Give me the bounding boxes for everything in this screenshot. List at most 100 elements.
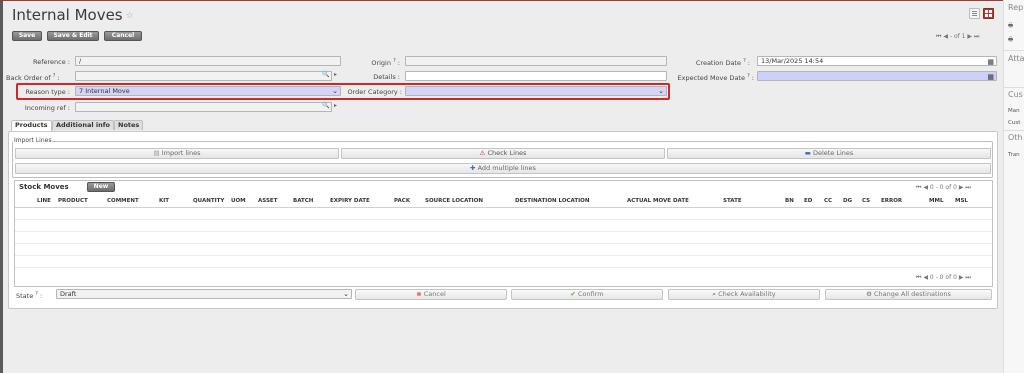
import-lines-legend: Import Lines — [13, 137, 53, 144]
col-cc[interactable]: CC — [824, 198, 832, 204]
col-kit[interactable]: KIT — [159, 198, 169, 204]
first-page-icon[interactable]: ⏮ — [936, 33, 941, 40]
import-lines-button[interactable]: ▤ Import lines — [15, 148, 339, 159]
table-row — [15, 231, 992, 232]
col-cs[interactable]: CS — [862, 198, 870, 204]
first-page-icon[interactable]: ⏮ — [916, 274, 921, 281]
sidebar-reports-header: Rep — [1008, 3, 1024, 12]
sidebar-customize-item[interactable]: Man — [1008, 108, 1020, 114]
confirm-button[interactable]: ✔ Confirm — [511, 289, 663, 300]
prev-page-icon[interactable]: ◀ — [943, 33, 948, 40]
cogs-icon: ⚙ — [866, 290, 872, 298]
col-mml[interactable]: MML — [929, 198, 943, 204]
last-page-icon[interactable]: ⏭ — [974, 33, 979, 40]
list-view-icon[interactable] — [969, 8, 980, 19]
tab-products[interactable]: Products — [11, 120, 52, 131]
tab-additional-info[interactable]: Additional info — [52, 120, 115, 130]
tab-notes[interactable]: Notes — [114, 120, 144, 130]
col-line[interactable]: LINE — [37, 198, 51, 204]
check-icon: ✔ — [570, 290, 576, 298]
form-view-icon[interactable] — [983, 8, 994, 19]
delete-lines-button[interactable]: ▬ Delete Lines — [667, 148, 991, 159]
search-icon[interactable]: 🔍 — [322, 71, 329, 78]
prev-page-icon[interactable]: ◀ — [923, 184, 928, 191]
cancel-move-button[interactable]: ⊗ Cancel — [355, 289, 507, 300]
table-row — [15, 243, 992, 244]
expected-move-date-field[interactable]: ▦ — [757, 71, 997, 81]
check-availability-button[interactable]: ⌕ Check Availability — [668, 289, 820, 300]
col-msl[interactable]: MSL — [955, 198, 968, 204]
col-destination-location[interactable]: DESTINATION LOCATION — [515, 198, 589, 204]
stock-moves-title: Stock Moves — [19, 183, 69, 191]
last-page-icon[interactable]: ⏭ — [965, 274, 970, 281]
reference-label: Reference : — [33, 58, 70, 66]
incoming-ref-field[interactable] — [75, 102, 332, 112]
col-state[interactable]: STATE — [723, 198, 742, 204]
back-order-field[interactable] — [75, 71, 332, 81]
open-link-icon[interactable]: ▸ — [334, 102, 337, 109]
state-select[interactable]: Draft ⌄ — [56, 289, 352, 299]
calendar-icon[interactable]: ▦ — [987, 58, 994, 66]
incoming-ref-label: Incoming ref : — [24, 104, 70, 112]
cancel-button[interactable]: Cancel — [104, 31, 142, 41]
details-label: Details : — [373, 73, 400, 81]
origin-label: Origin ? : — [371, 58, 400, 68]
state-label: State ? : — [16, 291, 43, 301]
table-row — [15, 267, 992, 268]
sidebar-customize-header: Cus — [1008, 90, 1023, 99]
pager-text: - of 1 — [949, 33, 966, 40]
table-row — [15, 219, 992, 220]
chevron-down-icon: ⌄ — [343, 290, 349, 298]
save-button[interactable]: Save — [12, 31, 42, 41]
col-product[interactable]: PRODUCT — [58, 198, 88, 204]
sidebar-attachments-header: Atta — [1008, 54, 1024, 63]
origin-field[interactable] — [405, 56, 667, 66]
magnifier-icon: ⌕ — [712, 290, 717, 298]
creation-date-field[interactable]: 13/Mar/2025 14:54 ▦ — [757, 56, 997, 66]
add-multiple-lines-button[interactable]: ✚ Add multiple lines — [15, 163, 991, 174]
col-error[interactable]: ERROR — [881, 198, 902, 204]
col-ed[interactable]: ED — [804, 198, 812, 204]
change-destinations-button[interactable]: ⚙ Change All destinations — [825, 289, 992, 300]
highlight-box — [16, 83, 670, 100]
col-batch[interactable]: BATCH — [293, 198, 313, 204]
sidebar-customize-item[interactable]: Cust — [1008, 120, 1020, 126]
check-lines-button[interactable]: ⚠ Check Lines — [341, 148, 665, 159]
back-order-label: Back Order of ? : — [6, 73, 60, 83]
search-icon[interactable]: 🔍 — [322, 102, 329, 109]
col-actual-move-date[interactable]: ACTUAL MOVE DATE — [627, 198, 689, 204]
cancel-icon: ⊗ — [416, 290, 422, 298]
header-divider — [15, 207, 992, 208]
details-field[interactable] — [405, 71, 667, 81]
next-page-icon[interactable]: ▶ — [959, 274, 964, 281]
print-icon[interactable]: 🖶 — [1008, 22, 1013, 31]
prev-page-icon[interactable]: ◀ — [923, 274, 928, 281]
reference-field[interactable]: / — [75, 56, 341, 66]
col-expiry-date[interactable]: EXPIRY DATE — [330, 198, 370, 204]
col-quantity[interactable]: QUANTITY — [193, 198, 224, 204]
first-page-icon[interactable]: ⏮ — [916, 184, 921, 191]
sidebar-divider — [1004, 130, 1024, 131]
col-comment[interactable]: COMMENT — [107, 198, 139, 204]
next-page-icon[interactable]: ▶ — [959, 184, 964, 191]
last-page-icon[interactable]: ⏭ — [965, 184, 970, 191]
warning-icon: ⚠ — [479, 149, 486, 157]
new-line-button[interactable]: New — [87, 182, 115, 192]
import-icon: ▤ — [153, 149, 160, 157]
print-icon[interactable]: 🖶 — [1008, 36, 1013, 45]
sidebar-divider — [1004, 50, 1024, 51]
col-pack[interactable]: PACK — [394, 198, 410, 204]
col-asset[interactable]: ASSET — [258, 198, 277, 204]
col-dg[interactable]: DG — [843, 198, 852, 204]
col-uom[interactable]: UOM — [231, 198, 246, 204]
col-source-location[interactable]: SOURCE LOCATION — [425, 198, 483, 204]
plus-icon: ✚ — [470, 164, 476, 172]
col-bn[interactable]: BN — [785, 198, 794, 204]
save-edit-button[interactable]: Save & Edit — [47, 31, 99, 41]
stock-pager-bottom: ⏮ ◀ 0 - 0 of 0 ▶ ⏭ — [916, 274, 971, 281]
calendar-icon[interactable]: ▦ — [987, 73, 994, 81]
sidebar-other-item[interactable]: Tran — [1008, 152, 1020, 158]
favorite-star-icon[interactable]: ☆ — [126, 11, 134, 21]
next-page-icon[interactable]: ▶ — [967, 33, 972, 40]
open-link-icon[interactable]: ▸ — [334, 71, 337, 78]
